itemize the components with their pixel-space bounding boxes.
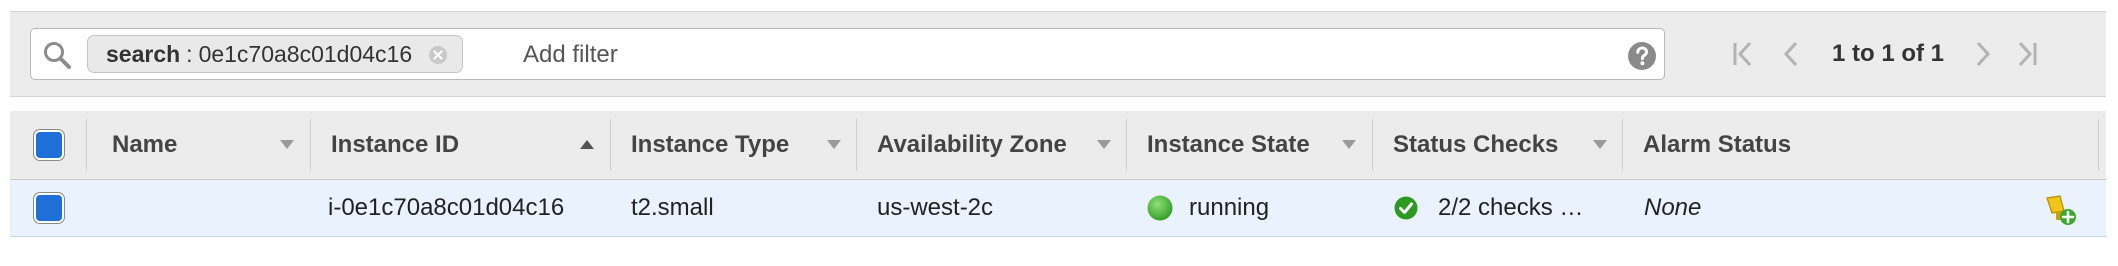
instance-state-label: running [1189,194,1270,221]
filter-token-separator: : [186,40,193,67]
column-header-name[interactable]: Name [112,111,177,179]
previous-page-icon [1783,41,1798,67]
filter-token-value: 0e1c70a8c01d04c16 [198,40,413,67]
next-page-button[interactable] [1968,38,1998,70]
table-header: Name Instance ID Instance Type Availabil… [10,111,2106,180]
column-header-label: Instance Type [631,131,790,158]
column-header-instance-state[interactable]: Instance State [1147,111,1310,179]
sort-down-icon[interactable] [1593,140,1607,149]
column-header-label: Alarm Status [1643,131,1792,158]
cell-instance-id: i-0e1c70a8c01d04c16 [328,194,565,221]
help-icon[interactable] [1627,41,1657,71]
clear-icon[interactable] [428,45,448,65]
filter-token-key: search [106,40,181,67]
select-all-checkbox[interactable] [34,130,64,160]
search-box[interactable]: search : 0e1c70a8c01d04c16 [30,28,1665,80]
column-divider [610,119,611,171]
sort-down-icon[interactable] [827,140,841,149]
cell-instance-state: running [1147,180,1269,236]
column-divider [2098,119,2099,171]
column-divider [86,119,87,171]
search-icon [44,42,71,69]
row-checkbox[interactable] [34,193,64,223]
status-checks-label: 2/2 checks … [1438,194,1584,221]
previous-page-button[interactable] [1776,38,1806,70]
sort-up-icon[interactable] [580,140,594,149]
table-row[interactable]: i-0e1c70a8c01d04c16 t2.small us-west-2c … [10,180,2106,237]
check-ok-icon [1394,196,1418,220]
add-filter-input[interactable] [523,37,1523,73]
column-divider [1622,119,1623,171]
filter-bar: search : 0e1c70a8c01d04c16 Add filter 1 … [10,11,2106,97]
instances-view: search : 0e1c70a8c01d04c16 Add filter 1 … [0,0,2118,266]
cell-alarm-status: None [1644,194,1702,221]
column-header-availability-zone[interactable]: Availability Zone [877,111,1067,179]
cell-instance-type: t2.small [631,194,714,221]
sort-down-icon[interactable] [1097,140,1111,149]
first-page-icon [1733,41,1752,67]
cell-status-checks[interactable]: 2/2 checks … [1394,180,1583,236]
last-page-icon [2018,41,2037,67]
column-header-label: Name [112,131,178,158]
column-header-alarm-status[interactable]: Alarm Status [1643,111,1791,179]
column-divider [1126,119,1127,171]
add-alarm-icon[interactable] [2044,193,2078,227]
last-page-button[interactable] [2012,38,2042,70]
column-header-label: Instance ID [331,131,460,158]
column-header-instance-type[interactable]: Instance Type [631,111,789,179]
column-divider [856,119,857,171]
next-page-icon [1976,41,1991,67]
column-header-instance-id[interactable]: Instance ID [331,111,459,179]
running-status-icon [1147,195,1173,221]
column-header-label: Instance State [1147,131,1310,158]
column-divider [310,119,311,171]
column-header-label: Status Checks [1393,131,1559,158]
sort-down-icon[interactable] [1342,140,1356,149]
filter-token[interactable]: search : 0e1c70a8c01d04c16 [87,35,464,73]
sort-down-icon[interactable] [280,140,294,149]
column-divider [1372,119,1373,171]
cell-availability-zone: us-west-2c [877,194,994,221]
pagination: 1 to 1 of 1 [1728,32,2042,76]
column-header-status-checks[interactable]: Status Checks [1393,111,1558,179]
first-page-button[interactable] [1728,38,1758,70]
pagination-range: 1 to 1 of 1 [1832,40,1945,67]
column-header-label: Availability Zone [877,131,1067,158]
